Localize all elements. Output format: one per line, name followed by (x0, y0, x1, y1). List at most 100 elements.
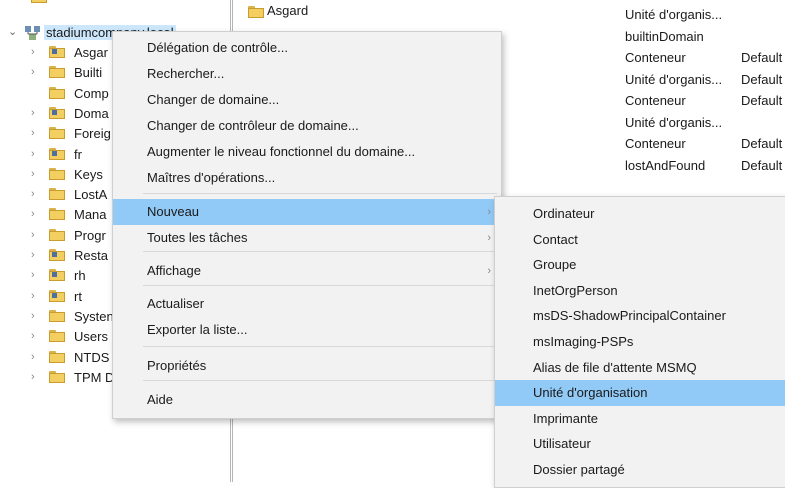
submenu-item[interactable]: Imprimante (495, 406, 785, 432)
submenu-item[interactable]: Dossier partagé (495, 457, 785, 483)
menu-help-item[interactable]: Aide (113, 387, 501, 413)
list-cell-type[interactable]: builtinDomain (625, 29, 704, 49)
menu-item-label: Changer de contrôleur de domaine... (147, 118, 359, 133)
submenu-item[interactable]: Ordinateur (495, 201, 785, 227)
chevron-right-icon[interactable]: › (31, 46, 35, 58)
tree-item-label[interactable]: fr (74, 147, 82, 162)
list-cell-description[interactable]: Default (741, 93, 782, 113)
menu-separator (143, 346, 497, 347)
folder-icon (49, 309, 65, 322)
list-cell-type[interactable]: Conteneur (625, 93, 686, 113)
submenu-item[interactable]: msImaging-PSPs (495, 329, 785, 355)
menu-find-item[interactable]: Rechercher... (113, 61, 501, 87)
chevron-right-icon[interactable]: › (31, 269, 35, 281)
submenu-item[interactable]: Contact (495, 227, 785, 253)
context-menu: Délégation de contrôle... Rechercher... Ch… (112, 31, 502, 419)
menu-item-label: Actualiser (147, 296, 205, 311)
menu-export-list-item[interactable]: Exporter la liste... (113, 317, 501, 343)
tree-item-label[interactable]: Asgar (74, 45, 108, 60)
tree-item-label[interactable]: rt (74, 289, 82, 304)
list-cell-description[interactable]: Default (741, 136, 782, 156)
tree-item-label[interactable]: NTDS (74, 350, 109, 365)
menu-item-label: Maîtres d'opérations... (147, 170, 276, 185)
chevron-right-icon[interactable]: › (31, 127, 35, 139)
tree-item-label[interactable]: Progr (74, 228, 106, 243)
menu-item-label: Toutes les tâches (147, 230, 248, 245)
list-cell-type[interactable]: Conteneur (625, 136, 686, 156)
menu-change-dc-item[interactable]: Changer de contrôleur de domaine... (113, 113, 501, 139)
list-cell-type[interactable]: lostAndFound (625, 158, 705, 178)
folder-icon (49, 370, 65, 383)
tree-item-label[interactable]: Keys (74, 167, 103, 182)
submenu-item-label: Utilisateur (533, 436, 591, 452)
tree-item-label[interactable]: Foreig (74, 126, 111, 141)
chevron-right-icon[interactable]: › (31, 66, 35, 78)
list-cell-description[interactable]: Default (741, 158, 782, 178)
submenu-item-label: Unité d'organisation (533, 385, 648, 401)
menu-separator (143, 285, 497, 286)
chevron-down-icon[interactable]: ⌄ (8, 25, 17, 38)
menu-operations-masters-item[interactable]: Maîtres d'opérations... (113, 165, 501, 191)
tree-item-label[interactable]: rh (74, 268, 86, 283)
menu-separator (143, 380, 497, 381)
submenu-item-label: Ordinateur (533, 206, 595, 221)
ou-badge-icon (52, 109, 57, 115)
chevron-right-icon[interactable]: › (31, 148, 35, 160)
submenu-item-label: Alias de file d'attente MSMQ (533, 359, 697, 375)
submenu-item-label: InetOrgPerson (533, 282, 618, 298)
chevron-right-icon[interactable]: › (31, 208, 35, 220)
chevron-right-icon[interactable]: › (31, 351, 35, 363)
submenu-item[interactable]: Groupe (495, 252, 785, 278)
list-cell-type[interactable]: Unité d'organis... (625, 72, 722, 92)
menu-refresh-item[interactable]: Actualiser (113, 291, 501, 317)
tree-item-label[interactable]: Resta (74, 248, 108, 263)
menu-delegate-control-item[interactable]: Délégation de contrôle... (113, 35, 501, 61)
chevron-right-icon[interactable]: › (31, 371, 35, 383)
list-cell-type[interactable]: Unité d'organis... (625, 7, 722, 27)
menu-item-label: Délégation de contrôle... (147, 40, 288, 55)
menu-raise-level-item[interactable]: Augmenter le niveau fonctionnel du domai… (113, 139, 501, 165)
chevron-right-icon[interactable]: › (31, 229, 35, 241)
chevron-right-icon[interactable]: › (31, 310, 35, 322)
menu-all-tasks-item[interactable]: Toutes les tâches › (113, 225, 501, 251)
submenu-item-label: Contact (533, 231, 578, 247)
submenu-item-label: Imprimante (533, 410, 599, 426)
tree-item-label[interactable]: LostA (74, 187, 107, 202)
menu-item-label: Changer de domaine... (147, 92, 280, 107)
menu-properties-item[interactable]: Propriétés (113, 353, 501, 379)
list-cell-type[interactable]: Conteneur (625, 50, 686, 70)
chevron-right-icon: › (487, 232, 491, 244)
menu-view-item[interactable]: Affichage › (113, 258, 501, 284)
list-cell-description[interactable]: Default (741, 50, 782, 70)
tree-item-label[interactable]: Systen (74, 309, 114, 324)
tree-item-label[interactable]: Doma (74, 106, 109, 121)
ou-badge-icon (52, 272, 57, 278)
tree-row-partial (0, 0, 230, 8)
submenu-item[interactable]: Utilisateur (495, 431, 785, 457)
chevron-right-icon[interactable]: › (31, 188, 35, 200)
new-submenu: Ordinateur Contact Groupe InetOrgPerson msDS… (494, 196, 785, 488)
submenu-item[interactable]: msDS-ShadowPrincipalContainer (495, 303, 785, 329)
submenu-item[interactable]: InetOrgPerson (495, 278, 785, 304)
chevron-right-icon: › (487, 265, 491, 277)
menu-change-domain-item[interactable]: Changer de domaine... (113, 87, 501, 113)
list-cell-description[interactable]: Default (741, 72, 782, 92)
chevron-right-icon[interactable]: › (31, 168, 35, 180)
chevron-right-icon[interactable]: › (31, 107, 35, 119)
tree-item-label[interactable]: Builti (74, 65, 102, 80)
folder-icon (248, 6, 264, 18)
tree-item-label[interactable]: Users (74, 329, 108, 344)
tree-item-label[interactable]: TPM D (74, 370, 114, 385)
chevron-right-icon[interactable]: › (31, 249, 35, 261)
tree-item-label[interactable]: Mana (74, 207, 107, 222)
menu-new-item[interactable]: Nouveau › (113, 199, 501, 225)
submenu-item[interactable]: Unité d'organisation (495, 380, 785, 406)
chevron-right-icon[interactable]: › (31, 290, 35, 302)
submenu-item[interactable]: Alias de file d'attente MSMQ (495, 355, 785, 381)
list-cell-type[interactable]: Unité d'organis... (625, 115, 722, 135)
folder-icon (49, 208, 65, 221)
chevron-right-icon[interactable]: › (31, 330, 35, 342)
list-item-name[interactable]: Asgard (267, 3, 308, 18)
folder-icon (49, 330, 65, 343)
tree-item-label[interactable]: Comp (74, 86, 109, 101)
